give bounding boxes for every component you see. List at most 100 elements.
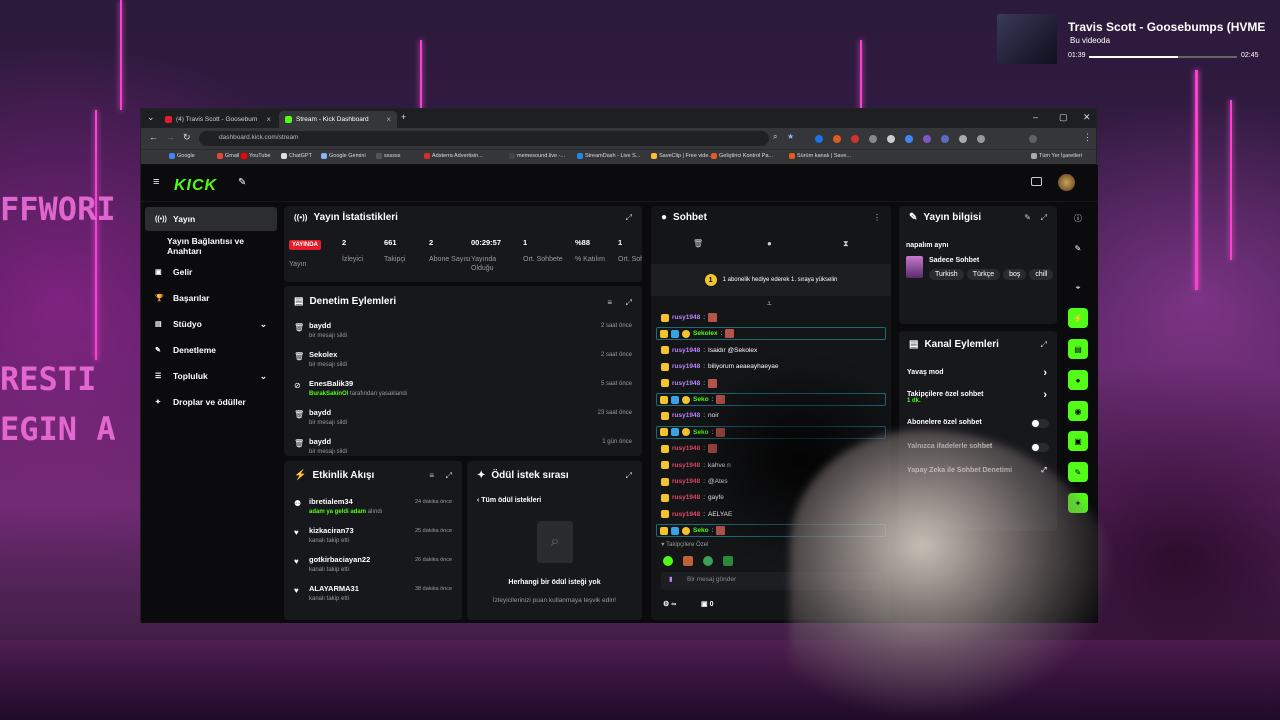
bookmark-item[interactable]: Adsterra Advertisin... — [424, 153, 483, 159]
star-icon[interactable]: ★ — [787, 132, 794, 141]
avatar[interactable] — [1058, 174, 1075, 191]
filter-icon[interactable]: ≡ — [429, 471, 434, 480]
extension-icon[interactable] — [869, 135, 877, 143]
bookmark-item[interactable]: Google — [169, 153, 195, 159]
info-icon[interactable]: ⓘ — [1068, 208, 1088, 228]
extension-icon[interactable] — [923, 135, 931, 143]
tag-chip[interactable]: boş — [1003, 269, 1027, 280]
zoom-icon[interactable]: ⌕ — [773, 132, 777, 142]
tab-kick-dashboard[interactable]: Stream - Kick Dashboard × — [279, 111, 397, 128]
moderation-row[interactable]: 🗑 baydd bir mesajı sildi 2 saat önce — [292, 319, 634, 347]
moderation-row[interactable]: 🗑 baydd bir mesajı sildi 1 gün önce — [292, 435, 634, 456]
bookmark-item[interactable]: SaveClip | Free vide... — [651, 153, 713, 159]
reload-icon[interactable]: ↻ — [183, 132, 191, 143]
media-progress[interactable] — [1089, 56, 1237, 58]
chat-icon[interactable]: ● — [1068, 370, 1088, 390]
back-icon[interactable]: ← — [149, 132, 158, 142]
chat-username[interactable]: rusy1948 — [672, 347, 700, 354]
sidebar-item[interactable]: 🏆 Başarılar — [145, 286, 277, 310]
tag-chip[interactable]: chill — [1029, 269, 1054, 280]
activity-row[interactable]: ♥ gotkirbaciayan22 kanalı takip etti 26 dak… — [292, 553, 454, 581]
dashboard-icon[interactable] — [1031, 177, 1042, 186]
pin-icon[interactable]: ✎ — [238, 177, 246, 188]
sidebar-item[interactable]: Yayın Bağlantısı ve Anahtarı — [145, 234, 277, 258]
close-icon[interactable]: × — [266, 115, 271, 124]
minimize-button[interactable]: – — [1033, 112, 1038, 122]
bookmark-item[interactable]: StreamDash - Live S... — [577, 153, 640, 159]
close-icon[interactable]: × — [386, 115, 391, 124]
edit-icon[interactable]: ✎ — [1024, 213, 1031, 222]
forward-icon[interactable]: → — [166, 132, 175, 142]
tag-chip[interactable]: Türkçe — [966, 269, 1001, 280]
bookmark-item[interactable]: memesound.live -... — [509, 153, 565, 159]
gift-notice[interactable]: 1 1 abonelik hediye ederek 1. sıraya yük… — [651, 264, 891, 296]
moderation-row[interactable]: 🗑 baydd bir mesajı sildi 23 saat önce — [292, 406, 634, 434]
crosshair-icon[interactable]: ⌖ — [1068, 278, 1088, 298]
sidebar-item[interactable]: ✦ Droplar ve ödüller — [145, 390, 277, 414]
extension-icon[interactable] — [887, 135, 895, 143]
profile-icon[interactable] — [1029, 135, 1037, 143]
bookmark-item[interactable]: ssssss — [376, 153, 401, 159]
pencil-icon[interactable]: ✎ — [1068, 238, 1088, 258]
chat-settings[interactable]: ⚙ ∞ — [663, 600, 676, 608]
trash-icon[interactable]: ▣ — [1068, 431, 1088, 451]
kick-logo[interactable]: KICK — [174, 177, 217, 195]
extension-icon[interactable] — [959, 135, 967, 143]
chat-message[interactable]: rusy1948: Isaidır @Sekolex — [661, 344, 757, 357]
puzzle-icon[interactable] — [977, 135, 985, 143]
popout-icon[interactable]: ⤢ — [626, 471, 632, 481]
popout-icon[interactable]: ⤢ — [1041, 340, 1047, 350]
activity-row[interactable]: ⚉ ibretialem34 adam ya geldi adam alındı 24… — [292, 495, 454, 523]
tab-search-icon[interactable]: ⌄ — [147, 112, 155, 123]
activity-row[interactable]: ♥ ALAYARMA31 kanalı takip etti 38 dakika ön… — [292, 582, 454, 610]
moderation-row[interactable]: 🗑 Sekolex bir mesajı sildi 2 saat önce — [292, 348, 634, 376]
chat-message[interactable]: Sekolex: — [656, 327, 886, 341]
bookmark-item[interactable]: Sürüm kanalı | Save... — [789, 153, 851, 159]
more-icon[interactable]: ⋮ — [873, 213, 881, 222]
chat-username[interactable]: rusy1948 — [672, 314, 700, 321]
bolt-icon[interactable]: ⚡ — [1068, 308, 1088, 328]
sidebar-item[interactable]: ((•)) Yayın — [145, 207, 277, 231]
emote-icon[interactable] — [663, 556, 673, 566]
toggle-switch[interactable] — [1031, 419, 1049, 428]
points-counter[interactable]: ▣ 0 — [701, 600, 713, 608]
activity-row[interactable]: ♥ kizkaciran73 kanalı takip etti 25 dakika … — [292, 524, 454, 552]
bookmark-item[interactable]: ChatGPT — [281, 153, 312, 159]
broadcast-icon[interactable]: ◉ — [1068, 401, 1088, 421]
bookmark-item[interactable]: YouTube — [241, 153, 271, 159]
bookmark-item[interactable]: Geliştirici Kontrol Pa... — [711, 153, 773, 159]
channel-action[interactable]: Takipçilere özel sohbet1 dk.› — [907, 389, 1049, 405]
chat-username[interactable]: Sekolex — [693, 330, 718, 337]
popout-icon[interactable]: ⤢ — [446, 471, 452, 481]
sidebar-item[interactable]: ▣ Gelir — [145, 260, 277, 284]
mic-icon[interactable]: ▮ — [669, 575, 673, 583]
list-icon[interactable]: ▤ — [1068, 339, 1088, 359]
chevron-down-icon[interactable]: ⩡ — [767, 299, 772, 309]
sidebar-item[interactable]: ▤ Stüdyo ⌄ — [145, 312, 277, 336]
sidebar-item[interactable]: ✎ Denetleme — [145, 338, 277, 362]
bookmark-item[interactable]: Google Gemini — [321, 153, 366, 159]
toggle-switch[interactable] — [1031, 443, 1049, 452]
hamburger-icon[interactable]: ≡ — [153, 176, 159, 188]
popout-icon[interactable]: ⤢ — [626, 213, 632, 223]
trash-icon[interactable]: 🗑 — [693, 239, 703, 248]
filter-icon[interactable]: ≡ — [607, 298, 612, 307]
popout-icon[interactable]: ⤢ — [626, 298, 632, 308]
moderation-row[interactable]: ⊘ EnesBalik39 BurakSakinOl tarafından yasa… — [292, 377, 634, 405]
extension-icon[interactable] — [851, 135, 859, 143]
channel-action[interactable]: Yavaş mod › — [907, 367, 1049, 383]
tag-chip[interactable]: Turkish — [929, 269, 964, 280]
chat-message[interactable]: rusy1948: — [661, 311, 718, 324]
message-icon[interactable]: ● — [767, 239, 772, 248]
back-link[interactable]: ‹ Tüm ödül istekleri — [477, 497, 541, 504]
extension-icon[interactable] — [833, 135, 841, 143]
close-window-button[interactable]: ✕ — [1083, 112, 1091, 123]
extension-icon[interactable] — [905, 135, 913, 143]
extension-icon[interactable] — [815, 135, 823, 143]
maximize-button[interactable]: ▢ — [1059, 112, 1068, 123]
hourglass-icon[interactable]: ⧗ — [843, 239, 849, 249]
wrench-icon[interactable]: ✎ — [1068, 462, 1088, 482]
new-tab-button[interactable]: + — [401, 112, 406, 122]
url-input[interactable]: dashboard.kick.com/stream — [199, 131, 769, 146]
popout-icon[interactable]: ⤢ — [1041, 213, 1047, 223]
